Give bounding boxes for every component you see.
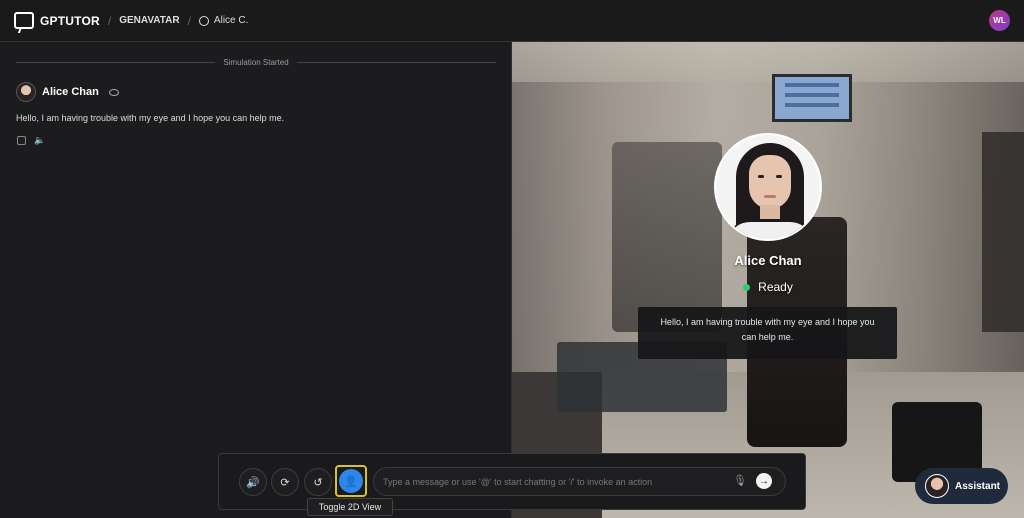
- breadcrumb-current[interactable]: Alice C.: [198, 15, 249, 26]
- background-cabinet: [982, 132, 1024, 332]
- speaker-icon: 🔊: [246, 476, 260, 489]
- send-button[interactable]: →: [756, 473, 772, 489]
- speech-bubble: Hello, I am having trouble with my eye a…: [638, 307, 897, 359]
- background-wall: [512, 42, 1024, 82]
- microphone-icon[interactable]: 🎙: [733, 474, 747, 487]
- user-avatar[interactable]: WL: [989, 10, 1010, 31]
- toggle-2d-view-button[interactable]: 👤: [339, 469, 363, 493]
- breadcrumb-separator: /: [107, 13, 112, 28]
- breadcrumb-genavatar[interactable]: GENAVATAR: [119, 15, 179, 26]
- sender-avatar: [16, 82, 36, 102]
- agent-status: Ready: [692, 280, 844, 294]
- breadcrumb-separator: /: [187, 13, 191, 28]
- toggle-2d-tooltip: Toggle 2D View: [307, 498, 393, 516]
- history-button[interactable]: ↺: [304, 468, 332, 496]
- message-header: Alice Chan: [16, 82, 119, 102]
- message-text: Hello, I am having trouble with my eye a…: [16, 113, 285, 123]
- sender-name: Alice Chan: [42, 86, 99, 98]
- message-actions: 🔈: [17, 136, 45, 145]
- avatar-view: Alice Chan Ready Hello, I am having trou…: [512, 42, 1024, 518]
- message-input[interactable]: [373, 467, 786, 496]
- refresh-button[interactable]: ⟳: [271, 468, 299, 496]
- assistant-label: Assistant: [955, 480, 1001, 492]
- status-label: Ready: [758, 280, 793, 294]
- chat-bubble-icon: [198, 15, 209, 26]
- speaker-icon[interactable]: 🔈: [34, 136, 45, 145]
- divider-label: Simulation Started: [223, 57, 289, 67]
- background-eye-chart: [772, 74, 852, 122]
- copy-icon[interactable]: [17, 136, 26, 145]
- assistant-avatar: [925, 474, 949, 498]
- logo[interactable]: GPTUTOR: [14, 12, 100, 29]
- background-equipment: [612, 142, 722, 332]
- view-icon[interactable]: [108, 88, 119, 96]
- volume-button[interactable]: 🔊: [239, 468, 267, 496]
- chat-panel: Simulation Started Alice Chan Hello, I a…: [0, 42, 512, 518]
- top-bar: GPTUTOR / GENAVATAR / Alice C. WL: [0, 0, 1024, 42]
- chat-logo-icon: [14, 12, 34, 29]
- status-dot-icon: [743, 283, 751, 291]
- agent-name: Alice Chan: [734, 253, 802, 268]
- simulation-divider: Simulation Started: [16, 56, 496, 68]
- refresh-icon: ⟳: [280, 476, 290, 489]
- history-icon: ↺: [313, 476, 323, 489]
- brand-name: GPTUTOR: [40, 13, 100, 28]
- person-icon: 👤: [344, 475, 358, 488]
- breadcrumb-current-label: Alice C.: [213, 15, 249, 26]
- assistant-button[interactable]: Assistant: [915, 468, 1008, 504]
- toggle-2d-highlight: 👤: [335, 465, 367, 497]
- agent-avatar: [714, 133, 822, 241]
